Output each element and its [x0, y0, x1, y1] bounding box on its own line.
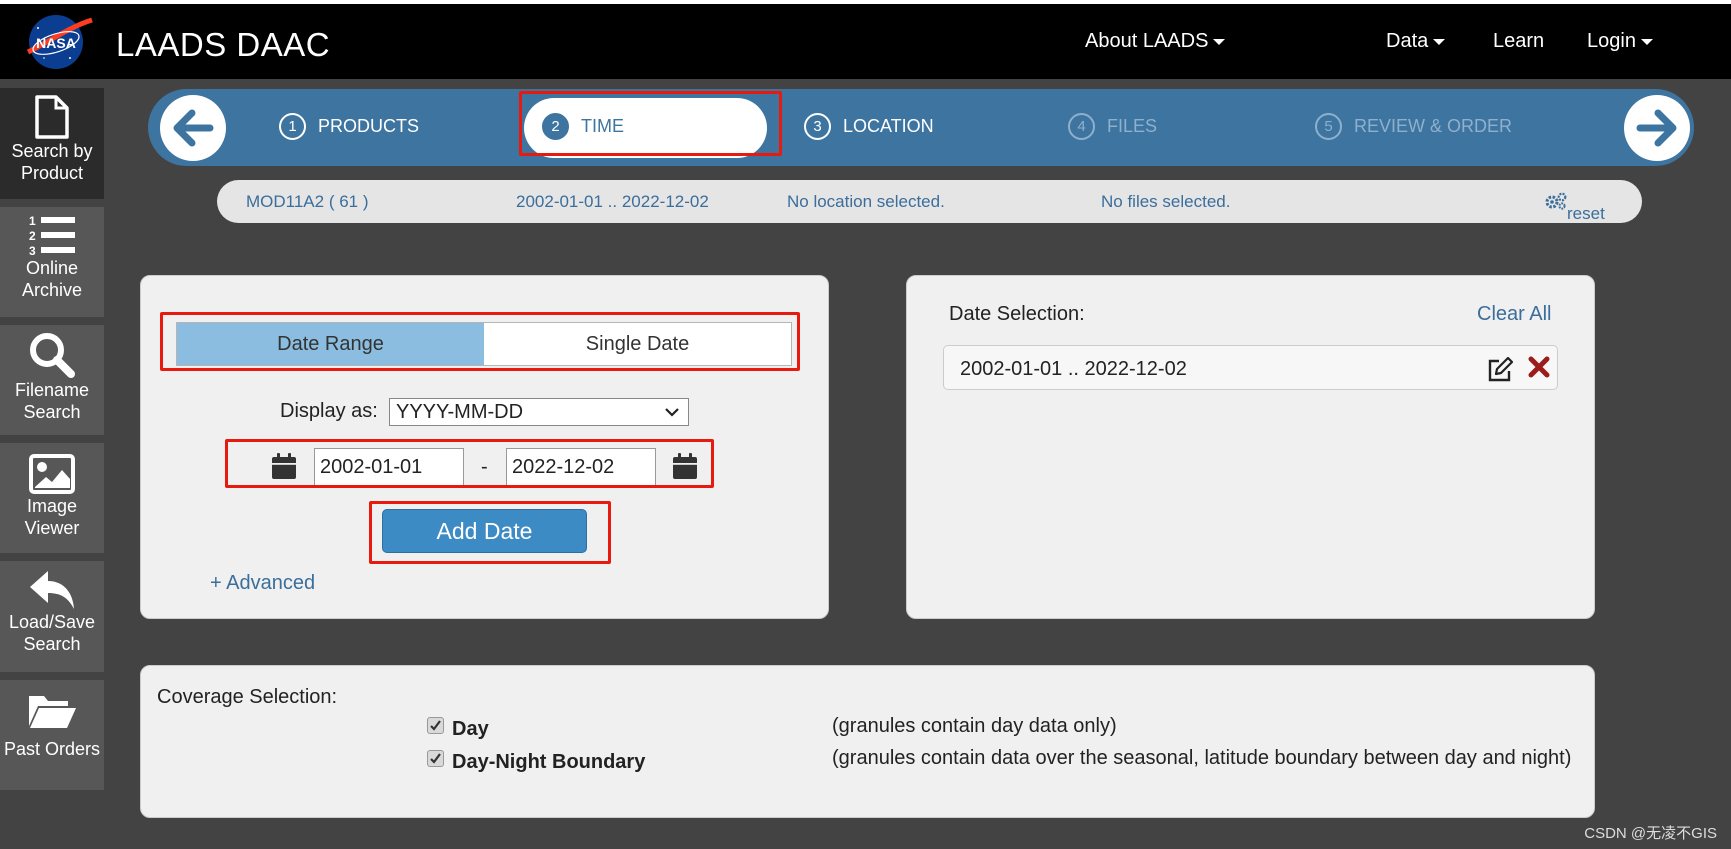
day-description: (granules contain day data only)	[832, 715, 1117, 737]
file-icon	[35, 95, 69, 139]
step-number: 4	[1068, 113, 1095, 140]
selection-summary-bar: MOD11A2 ( 61 ) 2002-01-01 .. 2022-12-02 …	[217, 180, 1642, 223]
summary-location[interactable]: No location selected.	[787, 192, 945, 212]
step-files: 4 FILES	[1068, 113, 1157, 143]
step-number: 2	[542, 113, 569, 140]
edit-icon[interactable]	[1486, 356, 1514, 384]
caret-down-icon	[1640, 38, 1653, 45]
sidebar-item-label: Image Viewer	[24, 496, 80, 538]
day-checkbox-label[interactable]: Day	[452, 718, 489, 741]
svg-text:2: 2	[29, 229, 36, 243]
step-label: REVIEW & ORDER	[1354, 116, 1513, 136]
arrow-left-icon	[173, 109, 214, 147]
sidebar-item-label: Online Archive	[21, 258, 83, 300]
step-label: PRODUCTS	[318, 116, 420, 136]
sidebar-item-load-save-search[interactable]: Load/Save Search	[0, 561, 104, 672]
caret-down-icon	[1433, 38, 1446, 45]
sidebar-item-image-viewer[interactable]: Image Viewer	[0, 443, 104, 553]
step-label: TIME	[581, 116, 624, 136]
reset-button[interactable]: reset	[1545, 192, 1605, 223]
nav-learn[interactable]: Learn	[1493, 30, 1544, 53]
sidebar-item-label: Filename Search	[14, 380, 90, 422]
start-date-input[interactable]: 2002-01-01	[314, 448, 464, 486]
folder-open-icon	[29, 696, 76, 728]
arrow-right-icon	[1636, 109, 1677, 147]
step-number: 1	[279, 113, 306, 140]
end-date-input[interactable]: 2022-12-02	[506, 448, 656, 486]
step-number: 5	[1315, 113, 1342, 140]
step-review-order: 5 REVIEW & ORDER	[1315, 113, 1512, 143]
nasa-logo-icon[interactable]: NASA	[24, 12, 94, 70]
summary-product-link[interactable]: MOD11A2 ( 61 )	[246, 192, 369, 212]
sidebar-item-past-orders[interactable]: Past Orders	[0, 680, 104, 790]
check-icon	[430, 753, 441, 764]
image-icon	[29, 454, 75, 494]
step-products[interactable]: 1 PRODUCTS	[279, 113, 419, 143]
wizard-stepper: 1 PRODUCTS 2 TIME 3 LOCATION 4 FILES 5 REVIEW…	[148, 89, 1694, 166]
numbered-list-icon: 1 2 3	[29, 214, 75, 257]
check-icon	[430, 720, 441, 731]
chevron-down-icon	[665, 408, 679, 417]
step-label: LOCATION	[843, 116, 934, 136]
search-icon	[30, 333, 75, 378]
calendar-icon[interactable]	[672, 452, 698, 480]
coverage-selection-panel	[140, 665, 1595, 818]
summary-dates-link[interactable]: 2002-01-01 .. 2022-12-02	[516, 192, 709, 212]
date-format-value: YYYY-MM-DD	[396, 401, 524, 423]
display-as-label: Display as:	[280, 400, 378, 422]
svg-text:NASA: NASA	[36, 35, 76, 51]
svg-text:3: 3	[29, 244, 36, 257]
date-range-separator: -	[481, 456, 488, 478]
site-title[interactable]: LAADS DAAC	[116, 26, 330, 64]
step-label: FILES	[1107, 116, 1158, 136]
nav-login[interactable]: Login	[1587, 30, 1653, 53]
tab-single-date[interactable]: Single Date	[484, 323, 791, 365]
sidebar-item-label: Load/Save Search	[8, 612, 96, 654]
sidebar-item-search-by-product[interactable]: Search by Product	[0, 88, 104, 199]
coverage-title: Coverage Selection:	[157, 686, 338, 708]
header: NASA LAADS DAAC About LAADS Data Learn L…	[0, 4, 1731, 79]
gears-icon	[1545, 192, 1567, 210]
watermark: CSDN @无凌不GIS	[1584, 825, 1717, 842]
sidebar-item-online-archive[interactable]: 1 2 3 Online Archive	[0, 207, 104, 317]
day-checkbox[interactable]	[427, 717, 444, 734]
sidebar-item-label: Search by Product	[11, 141, 93, 183]
delete-icon[interactable]	[1528, 356, 1550, 378]
day-night-boundary-description: (granules contain data over the seasonal…	[832, 747, 1572, 769]
advanced-link[interactable]: + Advanced	[210, 572, 315, 595]
reset-label: reset	[1567, 204, 1605, 223]
svg-text:1: 1	[29, 214, 36, 228]
date-selection-panel	[906, 275, 1595, 619]
step-time[interactable]: 2 TIME	[542, 113, 624, 143]
step-next-button[interactable]	[1624, 95, 1690, 161]
step-number: 3	[804, 113, 831, 140]
caret-down-icon	[1213, 38, 1226, 45]
calendar-icon[interactable]	[271, 452, 297, 480]
sidebar-item-label: Past Orders	[3, 739, 101, 759]
day-night-boundary-checkbox[interactable]	[427, 750, 444, 767]
tab-date-range[interactable]: Date Range	[177, 323, 484, 365]
reply-icon	[30, 571, 74, 609]
date-selection-value: 2002-01-01 .. 2022-12-02	[960, 358, 1187, 380]
sidebar-item-filename-search[interactable]: Filename Search	[0, 325, 104, 435]
add-date-button[interactable]: Add Date	[382, 509, 587, 553]
date-selection-entry: 2002-01-01 .. 2022-12-02	[943, 345, 1558, 390]
nav-about-laads[interactable]: About LAADS	[1085, 30, 1226, 53]
summary-files[interactable]: No files selected.	[1101, 192, 1230, 212]
step-back-button[interactable]	[160, 95, 226, 161]
day-night-boundary-checkbox-label[interactable]: Day-Night Boundary	[452, 751, 645, 774]
step-location[interactable]: 3 LOCATION	[804, 113, 934, 143]
date-format-select[interactable]: YYYY-MM-DD	[389, 398, 689, 426]
nav-data[interactable]: Data	[1386, 30, 1446, 53]
date-mode-toggle: Date Range Single Date	[176, 322, 792, 366]
date-selection-title: Date Selection:	[949, 303, 1085, 325]
clear-all-link[interactable]: Clear All	[1477, 303, 1551, 326]
